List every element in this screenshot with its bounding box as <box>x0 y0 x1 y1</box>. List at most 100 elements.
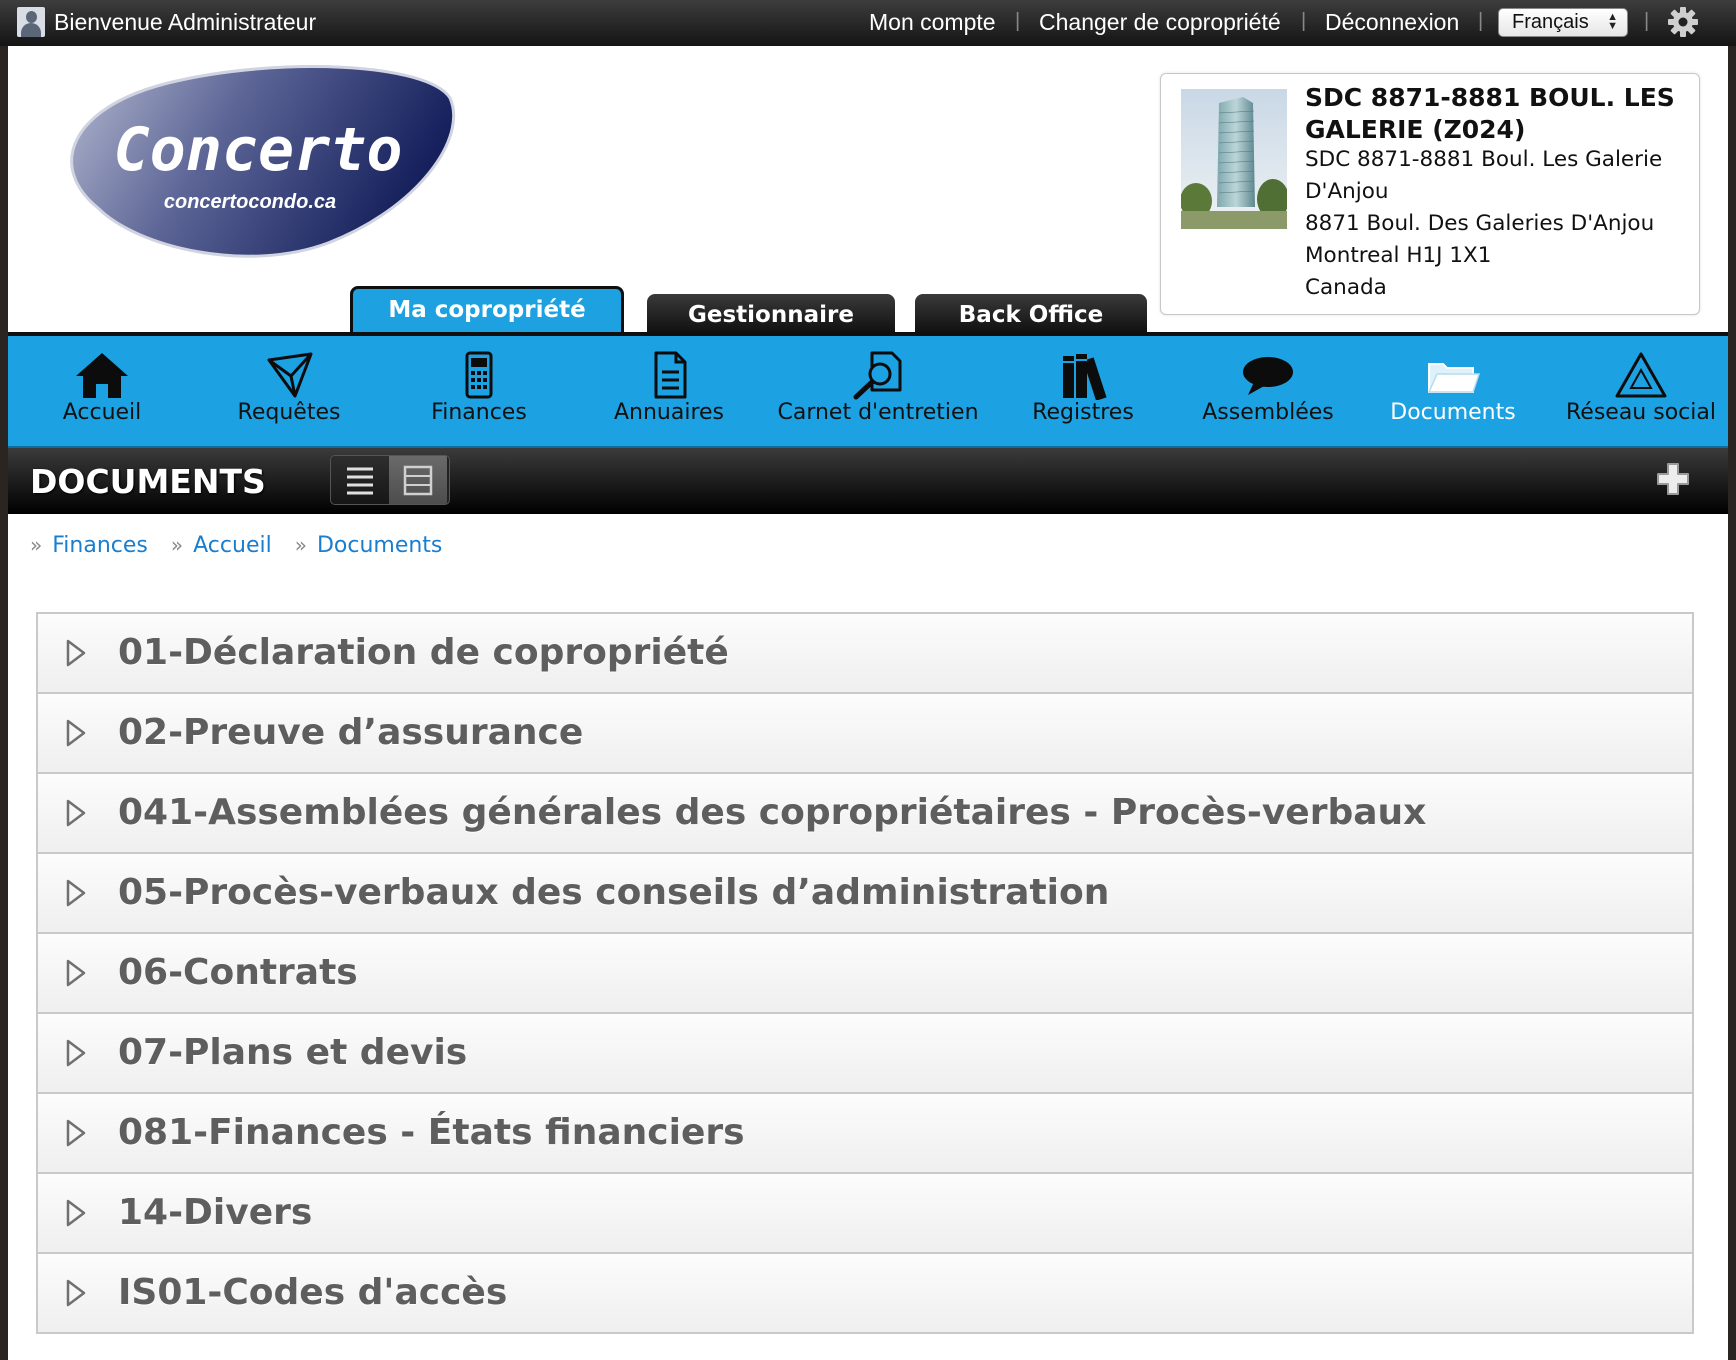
property-address-line: Montreal H1J 1X1 <box>1305 243 1492 268</box>
folder-row[interactable]: 14-Divers <box>36 1174 1694 1254</box>
breadcrumb-separator-icon: » <box>294 533 307 557</box>
folder-row[interactable]: 07-Plans et devis <box>36 1014 1694 1094</box>
nav-label: Assemblées <box>1202 400 1334 425</box>
separator: | <box>1015 10 1021 32</box>
expand-triangle-icon <box>66 1119 86 1147</box>
add-icon[interactable] <box>1656 462 1690 496</box>
list-view-button[interactable] <box>331 456 389 504</box>
nav-label: Documents <box>1390 400 1516 425</box>
breadcrumb-separator-icon: » <box>30 533 43 557</box>
nav-item-requetes[interactable]: Requêtes <box>204 336 374 446</box>
property-name: SDC 8871-8881 BOUL. LES GALERIE (Z024) <box>1305 83 1675 144</box>
folder-row[interactable]: IS01-Codes d'accès <box>36 1254 1694 1334</box>
separator: | <box>1301 10 1307 32</box>
folder-row[interactable]: 02-Preuve d’assurance <box>36 694 1694 774</box>
expand-triangle-icon <box>66 959 86 987</box>
folder-row[interactable]: 081-Finances - États financiers <box>36 1094 1694 1174</box>
nav-item-documents[interactable]: Documents <box>1368 336 1538 446</box>
main-panel: Concerto concertocondo.ca SDC 8871-8881 … <box>8 46 1728 1360</box>
expand-triangle-icon <box>66 799 86 827</box>
table-view-icon <box>403 465 433 496</box>
nav-item-reseau-social[interactable]: Réseau social <box>1556 336 1726 446</box>
folder-title: 02-Preuve d’assurance <box>118 712 584 753</box>
folder-row[interactable]: 05-Procès-verbaux des conseils d’adminis… <box>36 854 1694 934</box>
folder-title: 06-Contrats <box>118 952 358 993</box>
language-select[interactable]: Français ▲ ▼ <box>1498 8 1628 37</box>
welcome-text: Bienvenue Administrateur <box>54 9 317 35</box>
property-address-line: D'Anjou <box>1305 179 1389 204</box>
nav-label: Finances <box>431 400 527 425</box>
nav-item-accueil[interactable]: Accueil <box>22 336 182 446</box>
expand-triangle-icon <box>66 719 86 747</box>
tab-gestionnaire[interactable]: Gestionnaire <box>647 294 895 336</box>
breadcrumb-separator-icon: » <box>170 533 184 557</box>
nav-item-assemblees[interactable]: Assemblées <box>1178 336 1358 446</box>
expand-triangle-icon <box>66 1279 86 1307</box>
folder-row[interactable]: 01-Déclaration de copropriété <box>36 612 1694 694</box>
select-arrows-icon: ▲ ▼ <box>1607 11 1618 32</box>
section-title: DOCUMENTS <box>30 462 266 501</box>
folder-title: 14-Divers <box>118 1192 313 1233</box>
section-header: DOCUMENTS <box>8 448 1728 514</box>
home-icon <box>76 353 128 398</box>
folder-row[interactable]: 041-Assemblées générales des copropriéta… <box>36 774 1694 854</box>
top-bar: Bienvenue Administrateur Mon compte | Ch… <box>0 0 1736 46</box>
logo-name-text: Concerto <box>114 115 403 185</box>
expand-triangle-icon <box>66 1039 86 1067</box>
network-triangle-icon <box>1615 352 1667 398</box>
property-address-line: 8871 Boul. Des Galeries D'Anjou <box>1305 211 1655 236</box>
list-view-icon <box>347 467 373 495</box>
language-select-value: Français <box>1512 11 1589 33</box>
nav-item-annuaires[interactable]: Annuaires <box>584 336 754 446</box>
books-icon <box>1063 354 1107 400</box>
nav-label: Annuaires <box>613 400 725 425</box>
paper-plane-icon <box>267 352 313 398</box>
tab-back-office[interactable]: Back Office <box>915 294 1147 336</box>
property-address-line: Canada <box>1305 275 1387 300</box>
gear-icon[interactable] <box>1666 5 1700 39</box>
breadcrumb-link-documents[interactable]: Documents <box>317 533 442 558</box>
folder-row[interactable]: 06-Contrats <box>36 934 1694 1014</box>
view-toggle <box>330 455 450 505</box>
folder-list: 01-Déclaration de copropriété 02-Preuve d… <box>36 612 1694 1334</box>
folder-title: 01-Déclaration de copropriété <box>118 632 729 673</box>
expand-triangle-icon <box>66 639 86 667</box>
module-nav: Accueil Requêtes Finances Annuaires Carn… <box>8 336 1728 448</box>
logo-url-text: concertocondo.ca <box>164 191 336 213</box>
change-property-link[interactable]: Changer de copropriété <box>1039 9 1281 36</box>
property-card: SDC 8871-8881 BOUL. LES GALERIE (Z024) S… <box>1160 73 1700 315</box>
nav-label: Accueil <box>62 400 142 425</box>
nav-item-carnet-entretien[interactable]: Carnet d'entretien <box>768 336 988 446</box>
detail-view-button[interactable] <box>389 456 447 504</box>
folder-title: 081-Finances - États financiers <box>118 1112 745 1153</box>
folder-title: 07-Plans et devis <box>118 1032 468 1073</box>
folder-title: 041-Assemblées générales des copropriéta… <box>118 792 1427 833</box>
expand-triangle-icon <box>66 1199 86 1227</box>
breadcrumb: » Finances » Accueil » Documents <box>30 533 458 558</box>
calculator-icon <box>465 351 493 399</box>
breadcrumb-link-accueil[interactable]: Accueil <box>193 533 272 558</box>
nav-item-finances[interactable]: Finances <box>394 336 564 446</box>
building-thumbnail <box>1181 89 1287 229</box>
document-icon <box>654 351 687 399</box>
user-icon <box>17 7 45 37</box>
property-address-line: SDC 8871-8881 Boul. Les Galerie <box>1305 147 1663 172</box>
nav-label: Registres <box>1032 400 1134 425</box>
folder-icon <box>1427 363 1481 393</box>
breadcrumb-link-finances[interactable]: Finances <box>52 533 148 558</box>
concerto-logo[interactable]: Concerto concertocondo.ca <box>58 58 458 263</box>
nav-item-registres[interactable]: Registres <box>998 336 1168 446</box>
nav-label: Carnet d'entretien <box>777 400 979 425</box>
tab-ma-copropriete[interactable]: Ma copropriété <box>350 286 624 336</box>
nav-label: Requêtes <box>237 400 341 425</box>
separator: | <box>1478 10 1484 32</box>
nav-label: Réseau social <box>1566 400 1716 425</box>
speech-bubble-icon <box>1243 357 1293 395</box>
magnifier-document-icon <box>853 351 902 400</box>
folder-title: 05-Procès-verbaux des conseils d’adminis… <box>118 872 1110 913</box>
folder-title: IS01-Codes d'accès <box>118 1272 508 1313</box>
my-account-link[interactable]: Mon compte <box>869 9 996 36</box>
expand-triangle-icon <box>66 879 86 907</box>
separator: | <box>1644 10 1650 32</box>
logout-link[interactable]: Déconnexion <box>1325 9 1459 36</box>
